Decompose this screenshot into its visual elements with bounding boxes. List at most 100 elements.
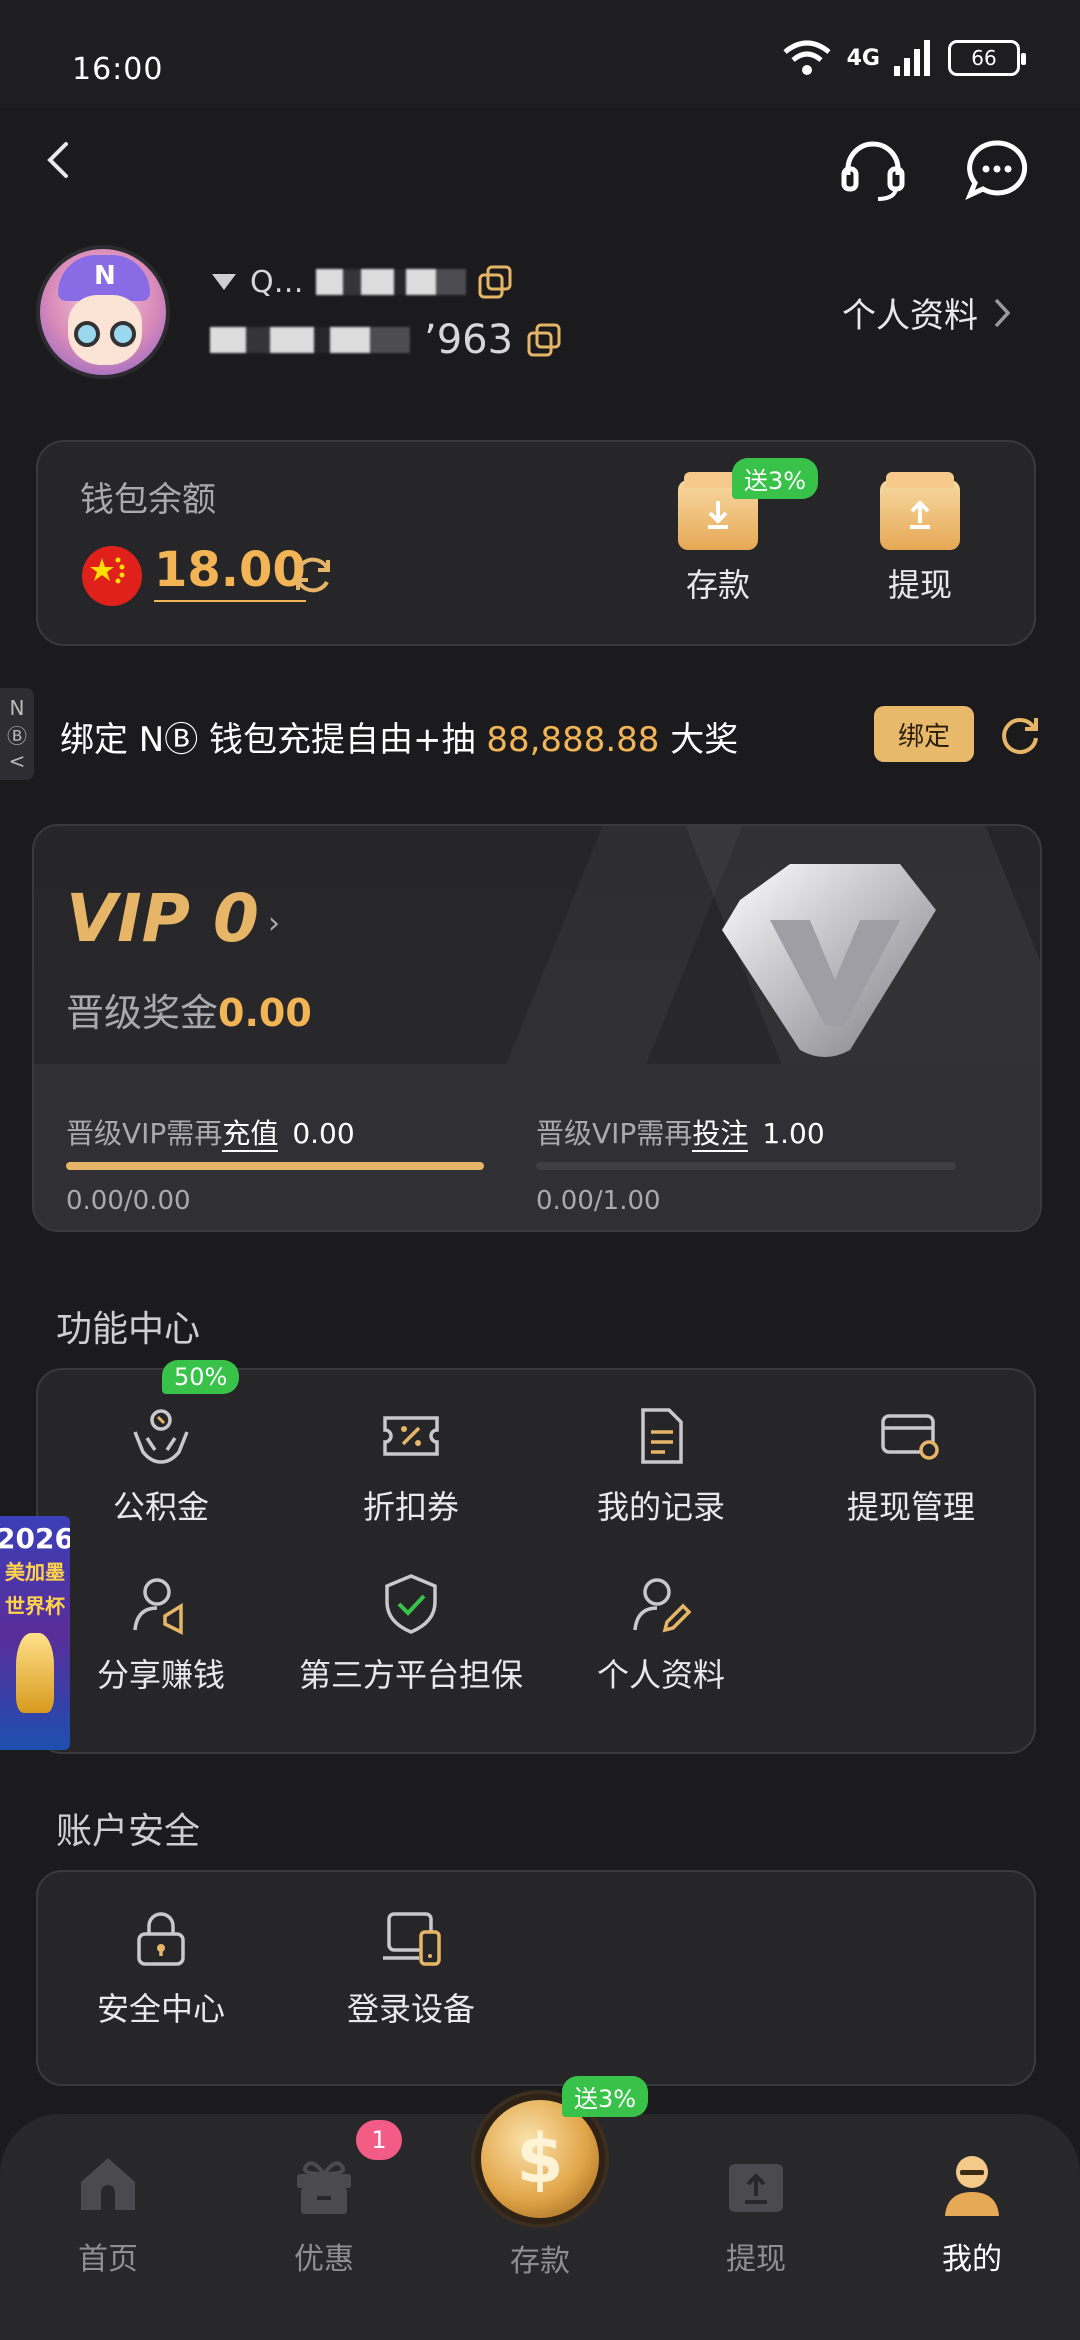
promo-count-badge: 1 (356, 2120, 402, 2160)
profile-link[interactable]: 个人资料 (842, 288, 1012, 337)
home-icon (81, 2158, 135, 2210)
status-icons: 4G 66 (781, 38, 1026, 78)
coupon-item[interactable]: 折扣券 (286, 1404, 536, 1528)
masked-name-blur (315, 269, 466, 295)
nav-deposit-bonus-badge: 送3% (562, 2076, 649, 2117)
refresh-icon[interactable] (998, 712, 1044, 758)
records-icon (641, 1408, 683, 1464)
login-devices-label: 登录设备 (346, 1990, 475, 2028)
china-flag-icon (82, 546, 142, 606)
bet-value: 1.00 (762, 1117, 825, 1150)
bet-prefix: 晋级VIP需再 (536, 1117, 693, 1150)
recharge-link[interactable]: 充值 (222, 1117, 279, 1152)
fund-item[interactable]: 公积金 (36, 1404, 286, 1528)
copy-icon[interactable] (478, 265, 512, 299)
bind-button[interactable]: 绑定 (874, 706, 974, 762)
user-profile-icon (945, 2156, 999, 2216)
avatar[interactable]: N (36, 245, 170, 379)
withdraw-card-icon (881, 1414, 939, 1460)
recharge-value: 0.00 (292, 1117, 355, 1150)
bind-prize-amount: 88,888.88 (486, 720, 660, 760)
devices-icon (383, 1912, 441, 1966)
bet-progress-track (536, 1162, 956, 1170)
withdraw-tray-icon (729, 2164, 783, 2212)
coupon-label: 折扣券 (362, 1488, 459, 1526)
deposit-label: 存款 (685, 566, 750, 604)
withdraw-manage-item[interactable]: 提现管理 (786, 1404, 1036, 1528)
vip-bet-requirement: 晋级VIP需再投注 1.00 (536, 1112, 825, 1152)
recharge-prefix: 晋级VIP需再 (66, 1117, 223, 1150)
recharge-progress-bar (66, 1162, 484, 1170)
nav-deposit-label: 存款 (510, 2244, 570, 2279)
wc-line2: 世界杯 (5, 1594, 65, 1618)
wc-line1: 美加墨 (5, 1560, 65, 1584)
deposit-bonus-badge: 送3% (732, 458, 819, 499)
triangle-icon (212, 274, 236, 290)
share-user-icon (133, 1578, 183, 1635)
security-center-label: 安全中心 (96, 1990, 225, 2028)
wallet-balance: 18.00 (154, 542, 306, 602)
wifi-icon (783, 40, 831, 75)
user-id: ’963 (424, 317, 514, 363)
username-row: Q… (210, 262, 512, 302)
profile-item[interactable]: 个人资料 (536, 1572, 786, 1696)
bind-text-pre: 绑定 NⒷ 钱包充提自由+抽 (60, 720, 487, 760)
user-id-row: ’963 (210, 317, 561, 363)
chevron-right-icon[interactable]: › (268, 906, 280, 941)
lock-icon (137, 1912, 185, 1966)
bet-link[interactable]: 投注 (692, 1117, 749, 1152)
bet-progress-text: 0.00/1.00 (536, 1186, 661, 1216)
message-icon[interactable] (962, 135, 1032, 205)
bind-text-post: 大奖 (659, 720, 739, 760)
guarantee-item[interactable]: 第三方平台担保 (286, 1572, 536, 1696)
function-center-title: 功能中心 (56, 1309, 201, 1350)
vip-bonus: 晋级奖金0.00 (66, 982, 312, 1037)
shield-check-icon (385, 1574, 437, 1634)
share-item[interactable]: 分享赚钱 (36, 1572, 286, 1696)
nav-mine-label: 我的 (942, 2242, 1002, 2277)
recharge-progress-text: 0.00/0.00 (66, 1186, 191, 1216)
customer-service-icon[interactable] (838, 135, 908, 205)
masked-id-blur (210, 327, 410, 353)
vip-shield-badge-icon (722, 864, 936, 1057)
security-center-item[interactable]: 安全中心 (36, 1906, 286, 2030)
profile-label: 个人资料 (596, 1656, 725, 1694)
refresh-icon[interactable] (290, 552, 336, 598)
copy-icon[interactable] (527, 323, 561, 357)
wallet-label: 钱包余额 (80, 480, 216, 520)
world-cup-floating-ad[interactable]: 2026 美加墨 世界杯 (0, 1516, 70, 1750)
nav-home[interactable]: 首页 (38, 2150, 178, 2278)
bind-wallet-banner: 绑定 NⒷ 钱包充提自由+抽 88,888.88 大奖 (60, 712, 738, 761)
nav-withdraw-label: 提现 (726, 2242, 786, 2277)
account-security-title: 账户安全 (56, 1811, 201, 1852)
withdraw-manage-label: 提现管理 (846, 1488, 975, 1526)
coupon-icon (383, 1416, 439, 1456)
fund-label: 公积金 (112, 1488, 209, 1526)
trophy-icon (16, 1633, 54, 1713)
battery-level: 66 (971, 46, 997, 70)
guarantee-label: 第三方平台担保 (298, 1656, 523, 1694)
status-time: 16:00 (72, 52, 164, 87)
login-devices-item[interactable]: 登录设备 (286, 1906, 536, 2030)
nav-withdraw[interactable]: 提现 (686, 2150, 826, 2278)
side-expand-tab[interactable]: N Ⓑ < (0, 688, 34, 780)
records-label: 我的记录 (596, 1488, 725, 1526)
withdraw-button[interactable]: 提现 (860, 472, 980, 606)
back-icon[interactable] (30, 130, 90, 190)
vip-level: VIP 0 (66, 880, 259, 957)
signal-icon (894, 40, 930, 76)
gift-icon (297, 2161, 351, 2214)
records-item[interactable]: 我的记录 (536, 1404, 786, 1528)
nav-deposit[interactable]: $ 存款 (468, 2094, 612, 2280)
fund-hands-icon (133, 1409, 189, 1464)
username: Q… (250, 264, 304, 300)
vip-bonus-label: 晋级奖金 (66, 991, 219, 1035)
vip-recharge-requirement: 晋级VIP需再充值 0.00 (66, 1112, 355, 1152)
nav-mine[interactable]: 我的 (902, 2150, 1042, 2278)
withdraw-label: 提现 (887, 566, 952, 604)
battery-icon: 66 (948, 40, 1026, 76)
nav-promo[interactable]: 优惠 (254, 2150, 394, 2278)
nav-promo-label: 优惠 (294, 2242, 354, 2277)
wc-year: 2026 (0, 1522, 70, 1555)
network-type: 4G (846, 45, 880, 71)
